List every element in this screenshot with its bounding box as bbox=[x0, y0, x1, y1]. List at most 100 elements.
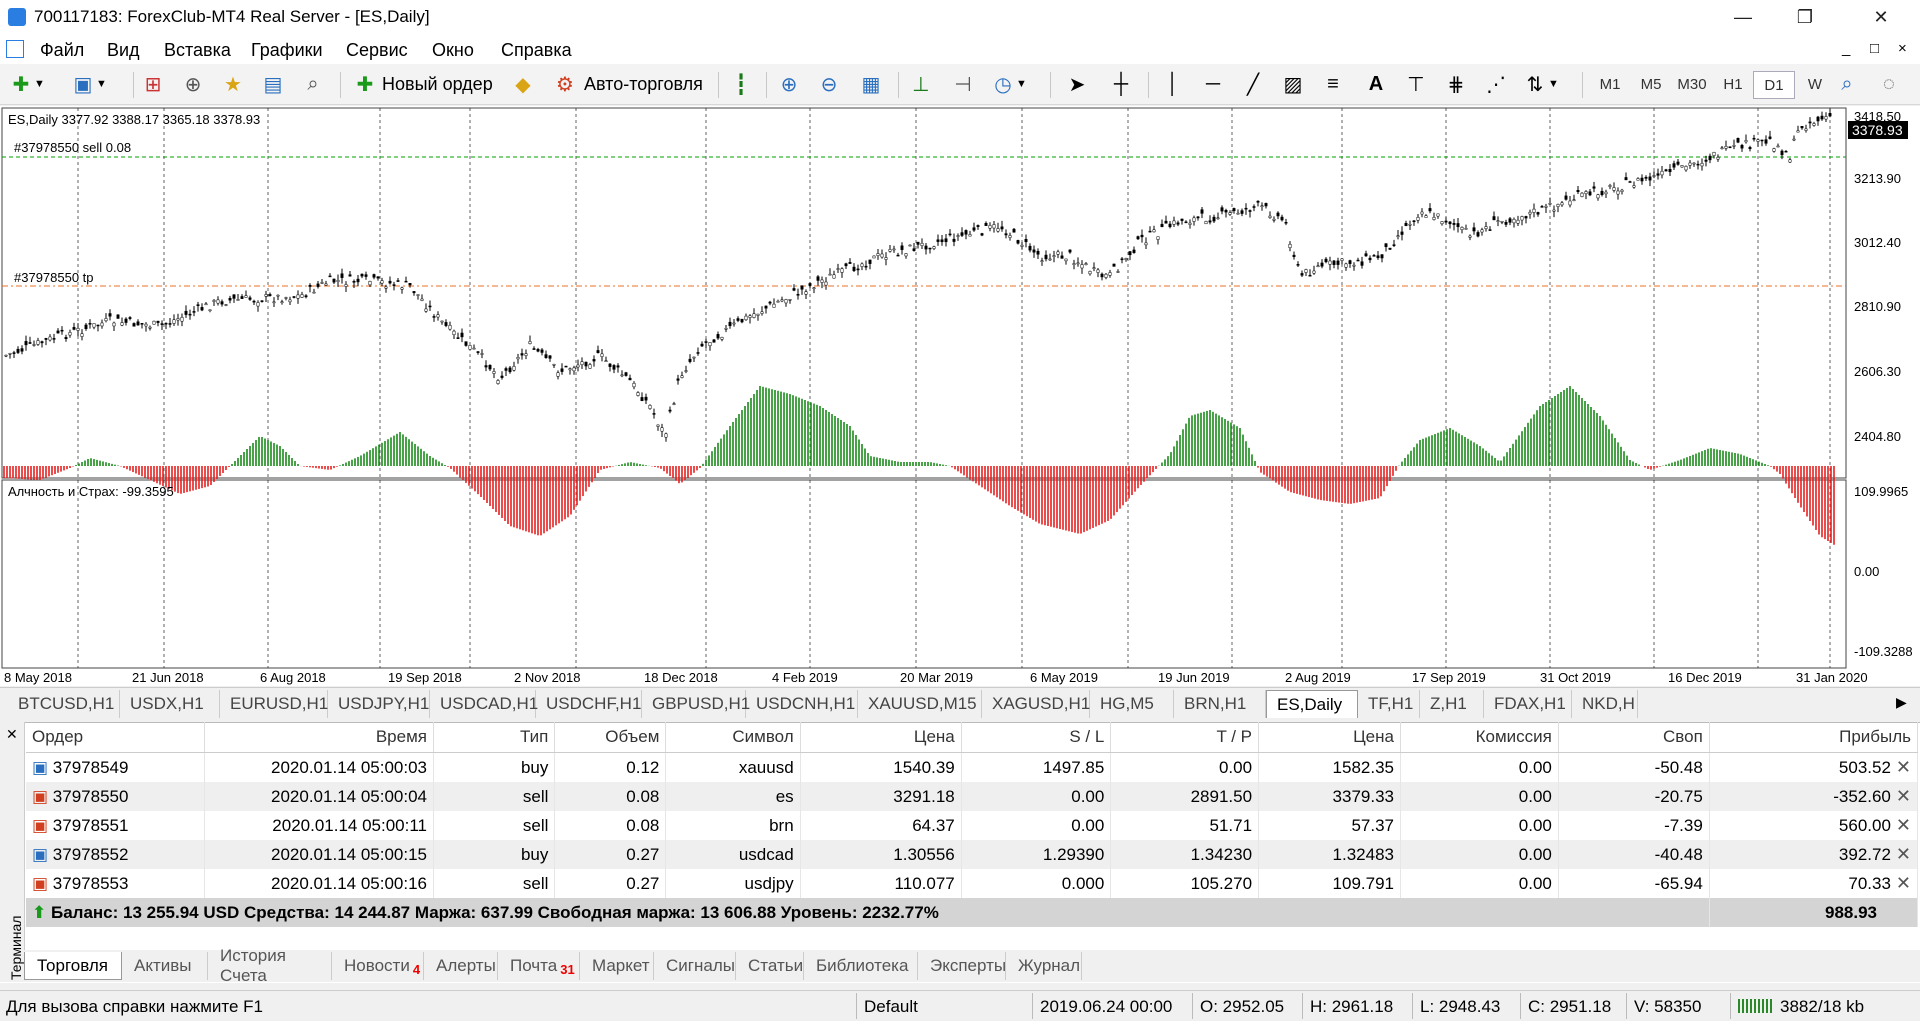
terminal-tab[interactable]: Активы bbox=[122, 952, 208, 980]
new-order-button[interactable]: ✚ Новый ордер bbox=[352, 69, 493, 99]
pattern-tool[interactable]: ⋰ bbox=[1483, 69, 1509, 99]
column-header[interactable]: Комиссия bbox=[1400, 722, 1559, 753]
terminal-tab[interactable]: Статьи bbox=[736, 952, 804, 980]
symbol-tab[interactable]: USDJPY,H1 bbox=[328, 690, 430, 718]
symbol-tab[interactable]: XAGUSD,H1 bbox=[982, 690, 1090, 718]
bar-chart-button[interactable]: ┇ bbox=[728, 69, 754, 99]
data-window-button[interactable]: ⊕ bbox=[180, 69, 206, 99]
cursor-tool[interactable]: ➤ bbox=[1064, 69, 1090, 99]
zoom-out-button[interactable]: ⊖ bbox=[816, 69, 842, 99]
chart-window[interactable]: 3418.50 3213.90 3012.40 2810.90 2606.30 2404.… bbox=[0, 106, 1920, 686]
symbol-tab[interactable]: USDCNH,H1 bbox=[746, 690, 858, 718]
column-header[interactable]: Цена bbox=[1258, 722, 1401, 753]
trendline-tool[interactable]: ╱ bbox=[1240, 69, 1266, 99]
terminal-tab[interactable]: Почта 31 bbox=[498, 952, 580, 980]
column-header[interactable]: Ордер bbox=[26, 722, 205, 753]
timeframe-h1[interactable]: H1 bbox=[1713, 71, 1753, 97]
zoom-in-button[interactable]: ⊕ bbox=[776, 69, 802, 99]
terminal-close-icon[interactable]: ✕ bbox=[6, 726, 18, 743]
menu-view[interactable]: Вид bbox=[107, 40, 140, 61]
fibonacci-tool[interactable]: ≡ bbox=[1320, 69, 1346, 99]
terminal-tab[interactable]: Библиотека bbox=[804, 952, 918, 980]
close-button[interactable]: ✕ bbox=[1852, 0, 1910, 34]
menu-window[interactable]: Окно bbox=[432, 40, 474, 61]
menu-charts[interactable]: Графики bbox=[251, 40, 323, 61]
child-close-button[interactable]: × bbox=[1898, 40, 1907, 57]
auto-scroll-button[interactable]: ⊥ bbox=[908, 69, 934, 99]
maximize-button[interactable]: ❐ bbox=[1776, 0, 1834, 34]
timeframe-m30[interactable]: M30 bbox=[1672, 71, 1712, 97]
timeframe-m1[interactable]: M1 bbox=[1590, 71, 1630, 97]
symbol-tab[interactable]: USDX,H1 bbox=[120, 690, 220, 718]
terminal-tab[interactable]: Торговля bbox=[24, 952, 122, 980]
menu-insert[interactable]: Вставка bbox=[164, 40, 231, 61]
symbol-tab[interactable]: GBPUSD,H1 bbox=[642, 690, 750, 718]
order-row[interactable]: ▣ 37978553 2020.01.14 05:00:16 sell 0.27 usd… bbox=[26, 869, 1919, 898]
close-order-icon[interactable]: ✕ bbox=[1891, 844, 1911, 864]
tile-windows-button[interactable]: ▦ bbox=[858, 69, 884, 99]
arrows-tool[interactable]: ⇅ ▼ bbox=[1522, 69, 1559, 99]
column-header[interactable]: Своп bbox=[1558, 722, 1710, 753]
column-header[interactable]: Время bbox=[204, 722, 435, 753]
terminal-tab[interactable]: Маркет bbox=[580, 952, 654, 980]
auto-trading-button[interactable]: ⚙ Авто-торговля bbox=[552, 69, 703, 99]
navigator-button[interactable]: ★ bbox=[220, 69, 246, 99]
channel-tool[interactable]: ▨ bbox=[1280, 69, 1306, 99]
column-header[interactable]: S / L bbox=[961, 722, 1112, 753]
order-row[interactable]: ▣ 37978549 2020.01.14 05:00:03 buy 0.12 xauu… bbox=[26, 752, 1919, 782]
terminal-tab[interactable]: Журнал bbox=[1006, 952, 1082, 980]
column-header[interactable]: Символ bbox=[665, 722, 801, 753]
chart-canvas[interactable]: 3418.503213.903012.402810.902606.302404.… bbox=[0, 106, 1920, 686]
order-row[interactable]: ▣ 37978550 2020.01.14 05:00:04 sell 0.08 es 3… bbox=[26, 782, 1919, 811]
child-restore-button[interactable]: □ bbox=[1870, 40, 1879, 57]
close-order-icon[interactable]: ✕ bbox=[1891, 786, 1911, 806]
column-header[interactable]: Цена bbox=[800, 722, 962, 753]
order-row[interactable]: ▣ 37978551 2020.01.14 05:00:11 sell 0.08 brn… bbox=[26, 811, 1919, 840]
symbol-tab[interactable]: BRN,H1 bbox=[1174, 690, 1266, 718]
search-button[interactable]: ⌕ bbox=[1834, 69, 1860, 99]
horizontal-line-tool[interactable]: ─ bbox=[1200, 69, 1226, 99]
minimize-button[interactable]: — bbox=[1714, 0, 1772, 34]
symbol-tab[interactable]: TF,H1 bbox=[1358, 690, 1420, 718]
terminal-tab[interactable]: Алерты bbox=[424, 952, 498, 980]
close-order-icon[interactable]: ✕ bbox=[1891, 757, 1911, 777]
tabs-scroll-right-icon[interactable]: ▶ bbox=[1896, 694, 1907, 711]
symbol-tab[interactable]: USDCAD,H1 bbox=[430, 690, 538, 718]
symbol-tab[interactable]: NKD,H bbox=[1572, 690, 1638, 718]
text-tool[interactable]: A bbox=[1363, 69, 1389, 99]
symbol-tab[interactable]: EURUSD,H1 bbox=[220, 690, 328, 718]
tester-button[interactable]: ⌕ bbox=[300, 69, 326, 99]
periods-button[interactable]: ◷ ▼ bbox=[990, 69, 1027, 99]
terminal-tab[interactable]: История Счета bbox=[208, 946, 332, 985]
market-watch-button[interactable]: ⊞ bbox=[140, 69, 166, 99]
menu-file[interactable]: Файл bbox=[40, 40, 84, 61]
chart-shift-button[interactable]: ⊣ bbox=[950, 69, 976, 99]
timeframe-m5[interactable]: M5 bbox=[1631, 71, 1671, 97]
column-header[interactable]: Тип bbox=[433, 722, 556, 753]
text-label-tool[interactable]: ⊤ bbox=[1403, 69, 1429, 99]
symbol-tab[interactable]: XAUUSD,M15 bbox=[858, 690, 982, 718]
terminal-tab[interactable]: Сигналы bbox=[654, 952, 736, 980]
gann-tool[interactable]: ⋕ bbox=[1443, 69, 1469, 99]
close-order-icon[interactable]: ✕ bbox=[1891, 873, 1911, 893]
chat-button[interactable]: ◌ bbox=[1876, 69, 1902, 99]
terminal-tab[interactable]: Эксперты bbox=[918, 952, 1006, 980]
terminal-button[interactable]: ▤ bbox=[260, 69, 286, 99]
profiles-button[interactable]: ▣ ▼ bbox=[70, 69, 107, 99]
menu-help[interactable]: Справка bbox=[501, 40, 572, 61]
symbol-tab[interactable]: HG,M5 bbox=[1090, 690, 1174, 718]
symbol-tab[interactable]: BTCUSD,H1 bbox=[8, 690, 120, 718]
child-minimize-button[interactable]: _ bbox=[1842, 40, 1850, 57]
column-header[interactable]: Прибыль bbox=[1709, 722, 1919, 753]
order-row[interactable]: ▣ 37978552 2020.01.14 05:00:15 buy 0.27 usdc… bbox=[26, 840, 1919, 869]
metaeditor-button[interactable]: ◆ bbox=[510, 69, 536, 99]
close-order-icon[interactable]: ✕ bbox=[1891, 815, 1911, 835]
symbol-tab[interactable]: Z,H1 bbox=[1420, 690, 1484, 718]
timeframe-d1[interactable]: D1 bbox=[1753, 71, 1795, 99]
timeframe-w[interactable]: W bbox=[1795, 71, 1835, 97]
crosshair-tool[interactable]: ┼ bbox=[1108, 69, 1134, 99]
new-chart-button[interactable]: ✚ ▼ bbox=[8, 69, 45, 99]
column-header[interactable]: T / P bbox=[1110, 722, 1260, 753]
vertical-line-tool[interactable]: │ bbox=[1160, 69, 1186, 99]
terminal-tab[interactable]: Новости 4 bbox=[332, 952, 424, 980]
